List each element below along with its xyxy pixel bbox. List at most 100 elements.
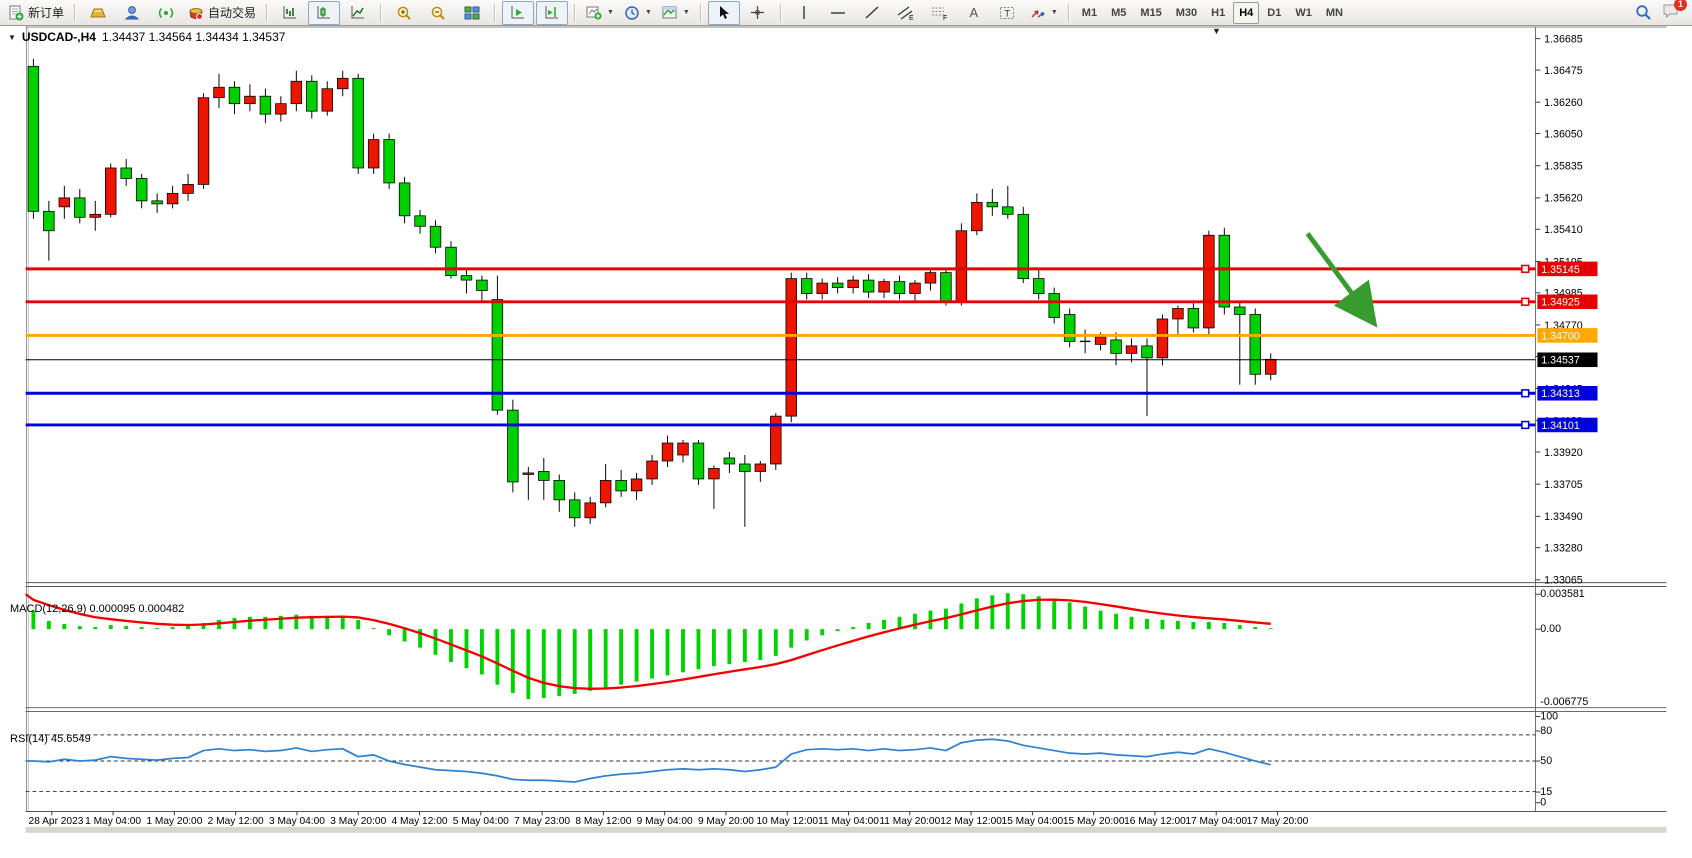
auto-scroll-button[interactable] bbox=[502, 1, 534, 25]
notifications-button[interactable]: 1 bbox=[1662, 2, 1680, 24]
zoom-in-button[interactable] bbox=[388, 1, 420, 25]
candle bbox=[461, 276, 472, 280]
candle bbox=[1142, 346, 1153, 358]
candle bbox=[183, 184, 194, 193]
time-label: 11 May 20:00 bbox=[879, 816, 940, 827]
time-label: 2 May 12:00 bbox=[208, 816, 264, 827]
candle bbox=[368, 140, 379, 168]
symbol-dropdown-icon[interactable]: ▼ bbox=[8, 33, 16, 42]
periods-button[interactable]: ▼ bbox=[620, 1, 656, 25]
candle bbox=[678, 443, 689, 455]
svg-text:0: 0 bbox=[1540, 797, 1546, 809]
line-handle[interactable] bbox=[1522, 390, 1529, 397]
chart-shift-marker[interactable]: ▼ bbox=[1212, 26, 1221, 36]
candle bbox=[353, 78, 364, 168]
candle bbox=[894, 282, 905, 294]
time-label: 11 May 04:00 bbox=[818, 816, 879, 827]
market-watch-button[interactable] bbox=[82, 1, 114, 25]
metaeditor-button[interactable] bbox=[116, 1, 148, 25]
line-chart-type-button[interactable] bbox=[342, 1, 374, 25]
line-handle[interactable] bbox=[1522, 422, 1529, 429]
indicators-button[interactable]: ▼ bbox=[582, 1, 618, 25]
notification-badge: 1 bbox=[1674, 0, 1687, 11]
candle bbox=[59, 198, 70, 207]
vertical-line-tool-button[interactable] bbox=[788, 1, 820, 25]
text-tool-button[interactable]: A bbox=[958, 1, 990, 25]
zoom-out-button[interactable] bbox=[422, 1, 454, 25]
candle bbox=[910, 283, 921, 293]
svg-text:0.003581: 0.003581 bbox=[1540, 588, 1585, 600]
timeframe-h4-button[interactable]: H4 bbox=[1233, 2, 1259, 24]
timeframe-m5-button[interactable]: M5 bbox=[1105, 2, 1132, 24]
channel-tool-button[interactable]: E bbox=[890, 1, 922, 25]
svg-text:1.34313: 1.34313 bbox=[1541, 388, 1580, 400]
new-order-button[interactable]: 新订单 bbox=[4, 1, 68, 25]
new-order-icon bbox=[8, 5, 24, 21]
timeframe-d1-button[interactable]: D1 bbox=[1261, 2, 1287, 24]
shapes-arrows-icon bbox=[1030, 5, 1046, 20]
timeframe-m30-button[interactable]: M30 bbox=[1170, 2, 1203, 24]
time-label: 9 May 04:00 bbox=[637, 816, 693, 827]
candle bbox=[1234, 307, 1245, 314]
symbol-period-label: USDCAD-,H4 bbox=[22, 30, 96, 44]
candle bbox=[1002, 207, 1013, 214]
candle bbox=[152, 201, 163, 204]
tile-windows-button[interactable] bbox=[456, 1, 488, 25]
line-handle[interactable] bbox=[1522, 298, 1529, 305]
timeframe-mn-button[interactable]: MN bbox=[1320, 2, 1349, 24]
signals-button[interactable] bbox=[150, 1, 182, 25]
candle bbox=[709, 468, 720, 478]
chevron-down-icon: ▼ bbox=[645, 9, 652, 16]
chart-area[interactable]: 0.0035810.00-0.006775 1008050150 1.36685… bbox=[0, 26, 1692, 858]
separator bbox=[380, 4, 382, 22]
candle bbox=[616, 480, 627, 490]
trendline-tool-button[interactable] bbox=[856, 1, 888, 25]
crosshair-tool-button[interactable] bbox=[742, 1, 774, 25]
candle bbox=[1064, 314, 1075, 341]
macd-indicator-label: MACD(12,26,9) 0.000095 0.000482 bbox=[10, 603, 184, 615]
fibonacci-tool-button[interactable]: F bbox=[924, 1, 956, 25]
candlestick-chart-type-button[interactable] bbox=[308, 1, 340, 25]
candle bbox=[28, 66, 39, 211]
cursor-tool-button[interactable] bbox=[708, 1, 740, 25]
svg-text:1.35145: 1.35145 bbox=[1541, 264, 1580, 276]
search-icon[interactable] bbox=[1635, 4, 1652, 21]
price-chart-svg[interactable]: 0.0035810.00-0.006775 1008050150 1.36685… bbox=[0, 26, 1692, 858]
toolbar-right: 1 bbox=[1635, 2, 1688, 24]
text-label-tool-button[interactable]: T bbox=[992, 1, 1024, 25]
time-label: 5 May 04:00 bbox=[453, 816, 509, 827]
candle bbox=[801, 279, 812, 294]
timeframe-w1-button[interactable]: W1 bbox=[1289, 2, 1318, 24]
timeframe-m1-button[interactable]: M1 bbox=[1076, 2, 1103, 24]
line-handle[interactable] bbox=[1522, 265, 1529, 272]
candle bbox=[337, 78, 348, 88]
svg-text:1.33280: 1.33280 bbox=[1544, 543, 1583, 555]
chart-shift-button[interactable] bbox=[536, 1, 568, 25]
candle bbox=[647, 461, 658, 479]
rsi-indicator-label: RSI(14) 45.6549 bbox=[10, 733, 91, 745]
channel-letter: E bbox=[909, 15, 914, 21]
candle bbox=[306, 81, 317, 111]
candle bbox=[925, 273, 936, 283]
candlestick-chart-icon bbox=[316, 5, 332, 20]
time-label: 10 May 12:00 bbox=[756, 816, 818, 827]
bar-chart-type-button[interactable] bbox=[274, 1, 306, 25]
timeframe-h1-button[interactable]: H1 bbox=[1205, 2, 1231, 24]
text-label-icon: T bbox=[999, 5, 1016, 21]
candle bbox=[198, 98, 209, 185]
clock-icon bbox=[624, 5, 640, 21]
separator bbox=[1068, 4, 1070, 22]
candle bbox=[1095, 337, 1106, 344]
candle bbox=[399, 183, 410, 216]
candle bbox=[384, 140, 395, 183]
templates-button[interactable]: ▼ bbox=[658, 1, 694, 25]
auto-trading-button[interactable]: 自动交易 bbox=[184, 1, 260, 25]
candle bbox=[848, 280, 859, 287]
time-label: 3 May 20:00 bbox=[330, 816, 386, 827]
chart-title[interactable]: ▼ USDCAD-,H4 1.34437 1.34564 1.34434 1.3… bbox=[8, 30, 285, 44]
timeframe-m15-button[interactable]: M15 bbox=[1134, 2, 1167, 24]
horizontal-line-tool-button[interactable] bbox=[822, 1, 854, 25]
arrows-tool-button[interactable]: ▼ bbox=[1026, 1, 1062, 25]
candle bbox=[662, 443, 673, 461]
svg-text:1.34101: 1.34101 bbox=[1541, 420, 1580, 432]
